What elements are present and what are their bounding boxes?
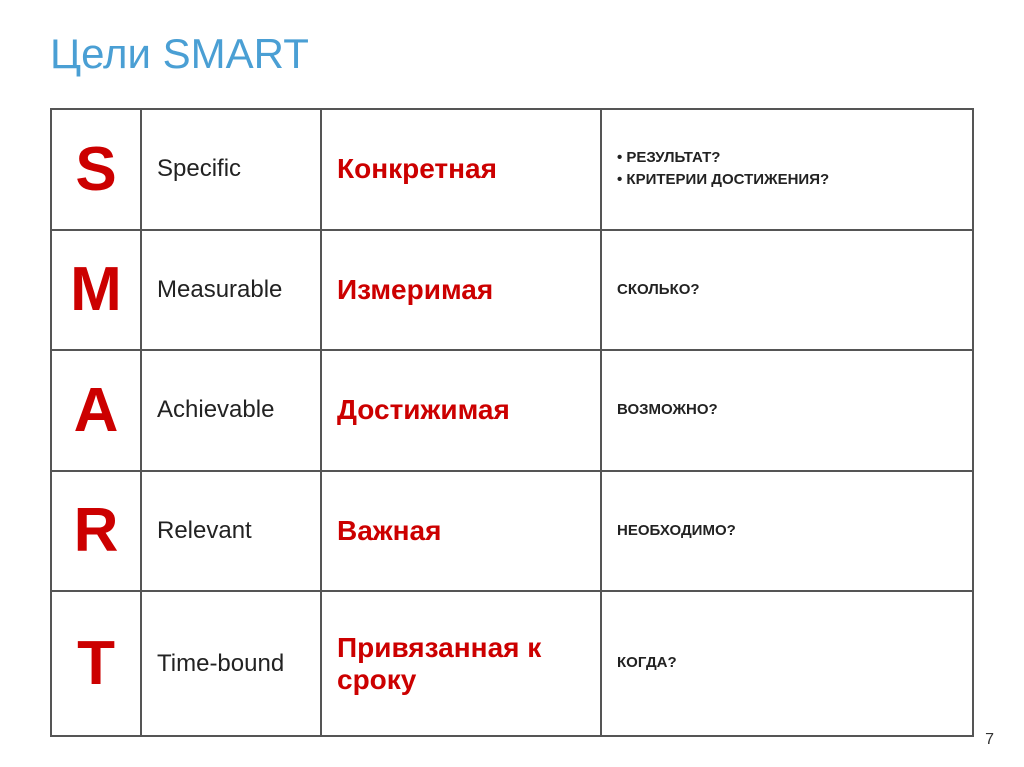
table-row: TTime-boundПривязанная к срокуКОГДА?	[51, 591, 973, 736]
smart-letter: M	[51, 230, 141, 351]
russian-translation: Важная	[321, 471, 601, 592]
english-word: Time-bound	[141, 591, 321, 736]
page-title: Цели SMART	[50, 30, 974, 78]
table-row: AAchievableДостижимаяВОЗМОЖНО?	[51, 350, 973, 471]
page-number: 7	[985, 731, 994, 749]
smart-letter: R	[51, 471, 141, 592]
smart-letter: A	[51, 350, 141, 471]
smart-letter: T	[51, 591, 141, 736]
question-text: НЕОБХОДИМО?	[601, 471, 973, 592]
english-word: Relevant	[141, 471, 321, 592]
english-word: Specific	[141, 109, 321, 230]
table-row: RRelevantВажнаяНЕОБХОДИМО?	[51, 471, 973, 592]
table-row: MMeasurableИзмеримаяСКОЛЬКО?	[51, 230, 973, 351]
question-text: КОГДА?	[601, 591, 973, 736]
table-row: SSpecificКонкретная• РЕЗУЛЬТАТ?• КРИТЕРИ…	[51, 109, 973, 230]
russian-translation: Привязанная к сроку	[321, 591, 601, 736]
smart-letter: S	[51, 109, 141, 230]
russian-translation: Достижимая	[321, 350, 601, 471]
question-text: ВОЗМОЖНО?	[601, 350, 973, 471]
page: Цели SMART SSpecificКонкретная• РЕЗУЛЬТА…	[0, 0, 1024, 767]
question-text: СКОЛЬКО?	[601, 230, 973, 351]
russian-translation: Измеримая	[321, 230, 601, 351]
english-word: Achievable	[141, 350, 321, 471]
english-word: Measurable	[141, 230, 321, 351]
question-text: • РЕЗУЛЬТАТ?• КРИТЕРИИ ДОСТИЖЕНИЯ?	[601, 109, 973, 230]
smart-table: SSpecificКонкретная• РЕЗУЛЬТАТ?• КРИТЕРИ…	[50, 108, 974, 737]
russian-translation: Конкретная	[321, 109, 601, 230]
